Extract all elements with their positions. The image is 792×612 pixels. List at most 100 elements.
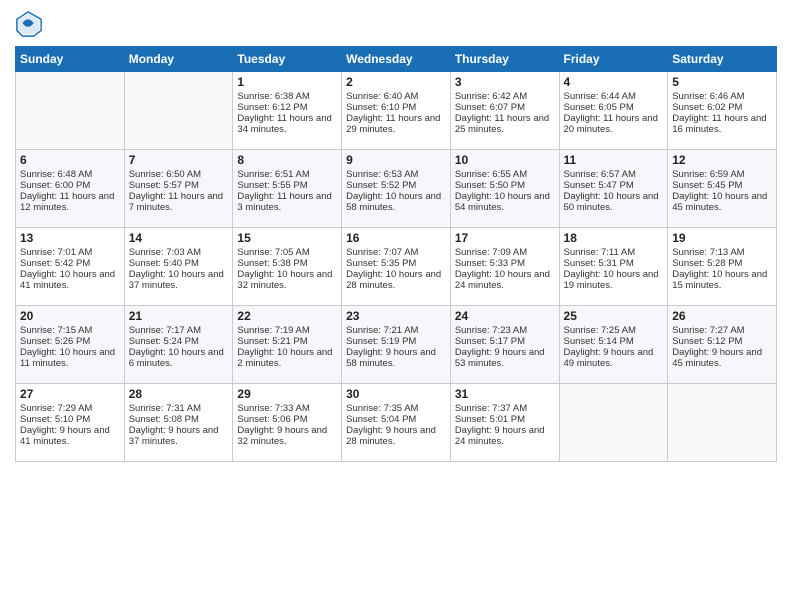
weekday-header-row: SundayMondayTuesdayWednesdayThursdayFrid… — [16, 47, 777, 72]
weekday-header-thursday: Thursday — [450, 47, 559, 72]
sunset-text: Sunset: 5:31 PM — [564, 258, 634, 269]
calendar-cell: 31Sunrise: 7:37 AMSunset: 5:01 PMDayligh… — [450, 384, 559, 462]
calendar-cell: 9Sunrise: 6:53 AMSunset: 5:52 PMDaylight… — [342, 150, 451, 228]
daylight-text: Daylight: 11 hours and 3 minutes. — [237, 191, 331, 213]
sunset-text: Sunset: 5:06 PM — [237, 414, 307, 425]
daylight-text: Daylight: 9 hours and 32 minutes. — [237, 425, 327, 447]
day-number: 12 — [672, 153, 772, 167]
sunrise-text: Sunrise: 7:25 AM — [564, 325, 636, 336]
day-number: 11 — [564, 153, 664, 167]
daylight-text: Daylight: 10 hours and 50 minutes. — [564, 191, 659, 213]
sunset-text: Sunset: 5:01 PM — [455, 414, 525, 425]
day-number: 16 — [346, 231, 446, 245]
day-number: 18 — [564, 231, 664, 245]
daylight-text: Daylight: 11 hours and 16 minutes. — [672, 113, 766, 135]
sunrise-text: Sunrise: 7:05 AM — [237, 247, 309, 258]
day-number: 27 — [20, 387, 120, 401]
sunset-text: Sunset: 5:24 PM — [129, 336, 199, 347]
sunrise-text: Sunrise: 6:59 AM — [672, 169, 744, 180]
calendar-cell: 25Sunrise: 7:25 AMSunset: 5:14 PMDayligh… — [559, 306, 668, 384]
week-row-4: 20Sunrise: 7:15 AMSunset: 5:26 PMDayligh… — [16, 306, 777, 384]
sunset-text: Sunset: 5:10 PM — [20, 414, 90, 425]
calendar-cell: 3Sunrise: 6:42 AMSunset: 6:07 PMDaylight… — [450, 72, 559, 150]
daylight-text: Daylight: 10 hours and 41 minutes. — [20, 269, 115, 291]
sunset-text: Sunset: 5:04 PM — [346, 414, 416, 425]
sunset-text: Sunset: 6:10 PM — [346, 102, 416, 113]
week-row-3: 13Sunrise: 7:01 AMSunset: 5:42 PMDayligh… — [16, 228, 777, 306]
calendar-cell: 4 Sunrise: 6:44 AMSunset: 6:05 PMDaylight… — [559, 72, 668, 150]
calendar-cell: 19Sunrise: 7:13 AMSunset: 5:28 PMDayligh… — [668, 228, 777, 306]
header — [15, 10, 777, 38]
daylight-text: Daylight: 9 hours and 53 minutes. — [455, 347, 545, 369]
calendar-cell: 20Sunrise: 7:15 AMSunset: 5:26 PMDayligh… — [16, 306, 125, 384]
day-number: 19 — [672, 231, 772, 245]
sunrise-text: Sunrise: 6:50 AM — [129, 169, 201, 180]
sunrise-text: Sunrise: 6:51 AM — [237, 169, 309, 180]
sunset-text: Sunset: 6:00 PM — [20, 180, 90, 191]
logo-icon — [15, 10, 43, 38]
sunset-text: Sunset: 5:45 PM — [672, 180, 742, 191]
sunrise-text: Sunrise: 7:31 AM — [129, 403, 201, 414]
sunset-text: Sunset: 5:14 PM — [564, 336, 634, 347]
day-number: 28 — [129, 387, 229, 401]
sunrise-text: Sunrise: 6:38 AM — [237, 91, 309, 102]
calendar-cell: 10Sunrise: 6:55 AMSunset: 5:50 PMDayligh… — [450, 150, 559, 228]
day-number: 2 — [346, 75, 446, 89]
sunrise-text: Sunrise: 7:35 AM — [346, 403, 418, 414]
sunrise-text: Sunrise: 7:37 AM — [455, 403, 527, 414]
daylight-text: Daylight: 10 hours and 2 minutes. — [237, 347, 332, 369]
day-number: 8 — [237, 153, 337, 167]
sunrise-text: Sunrise: 6:48 AM — [20, 169, 92, 180]
day-number: 10 — [455, 153, 555, 167]
calendar-cell: 14Sunrise: 7:03 AMSunset: 5:40 PMDayligh… — [124, 228, 233, 306]
sunrise-text: Sunrise: 7:29 AM — [20, 403, 92, 414]
sunrise-text: Sunrise: 6:46 AM — [672, 91, 744, 102]
calendar-cell: 23Sunrise: 7:21 AMSunset: 5:19 PMDayligh… — [342, 306, 451, 384]
calendar-cell — [16, 72, 125, 150]
daylight-text: Daylight: 9 hours and 28 minutes. — [346, 425, 436, 447]
sunset-text: Sunset: 5:55 PM — [237, 180, 307, 191]
weekday-header-friday: Friday — [559, 47, 668, 72]
daylight-text: Daylight: 9 hours and 58 minutes. — [346, 347, 436, 369]
sunset-text: Sunset: 5:08 PM — [129, 414, 199, 425]
sunset-text: Sunset: 5:35 PM — [346, 258, 416, 269]
sunrise-text: Sunrise: 6:40 AM — [346, 91, 418, 102]
day-number: 6 — [20, 153, 120, 167]
day-number: 31 — [455, 387, 555, 401]
calendar-cell: 30Sunrise: 7:35 AMSunset: 5:04 PMDayligh… — [342, 384, 451, 462]
calendar-cell: 26Sunrise: 7:27 AMSunset: 5:12 PMDayligh… — [668, 306, 777, 384]
sunset-text: Sunset: 6:02 PM — [672, 102, 742, 113]
day-number: 13 — [20, 231, 120, 245]
calendar-cell: 7Sunrise: 6:50 AMSunset: 5:57 PMDaylight… — [124, 150, 233, 228]
calendar-cell: 16Sunrise: 7:07 AMSunset: 5:35 PMDayligh… — [342, 228, 451, 306]
sunset-text: Sunset: 5:33 PM — [455, 258, 525, 269]
week-row-5: 27 Sunrise: 7:29 AMSunset: 5:10 PM Dayligh… — [16, 384, 777, 462]
sunrise-text: Sunrise: 6:44 AM — [564, 91, 636, 102]
daylight-text: Daylight: 9 hours and 49 minutes. — [564, 347, 654, 369]
weekday-header-wednesday: Wednesday — [342, 47, 451, 72]
sunset-text: Sunset: 6:12 PM — [237, 102, 307, 113]
weekday-header-saturday: Saturday — [668, 47, 777, 72]
day-number: 4 — [564, 75, 664, 89]
daylight-text: Daylight: 10 hours and 15 minutes. — [672, 269, 767, 291]
sunset-text: Sunset: 5:19 PM — [346, 336, 416, 347]
calendar-cell: 8 Sunrise: 6:51 AMSunset: 5:55 PMDaylight… — [233, 150, 342, 228]
daylight-text: Daylight: 11 hours and 25 minutes. — [455, 113, 549, 135]
calendar-cell: 11Sunrise: 6:57 AMSunset: 5:47 PMDayligh… — [559, 150, 668, 228]
day-number: 21 — [129, 309, 229, 323]
day-number: 1 — [237, 75, 337, 89]
daylight-text: Daylight: 11 hours and 34 minutes. — [237, 113, 331, 135]
daylight-text: Daylight: 11 hours and 20 minutes. — [564, 113, 658, 135]
sunrise-text: Sunrise: 7:09 AM — [455, 247, 527, 258]
sunset-text: Sunset: 6:05 PM — [564, 102, 634, 113]
calendar-cell: 24Sunrise: 7:23 AMSunset: 5:17 PMDayligh… — [450, 306, 559, 384]
daylight-text: Daylight: 9 hours and 37 minutes. — [129, 425, 219, 447]
sunset-text: Sunset: 5:42 PM — [20, 258, 90, 269]
calendar-cell: 13 Sunrise: 7:01 AMSunset: 5:42 PMDayligh… — [16, 228, 125, 306]
daylight-text: Daylight: 10 hours and 11 minutes. — [20, 347, 115, 369]
calendar-cell: 1 Sunrise: 6:38 AMSunset: 6:12 PMDaylight… — [233, 72, 342, 150]
week-row-1: 1Sunrise: 6:38 AMSunset: 6:12 PMDaylight… — [16, 72, 777, 150]
day-number: 24 — [455, 309, 555, 323]
sunset-text: Sunset: 5:12 PM — [672, 336, 742, 347]
sunrise-text: Sunrise: 7:01 AM — [20, 247, 92, 258]
